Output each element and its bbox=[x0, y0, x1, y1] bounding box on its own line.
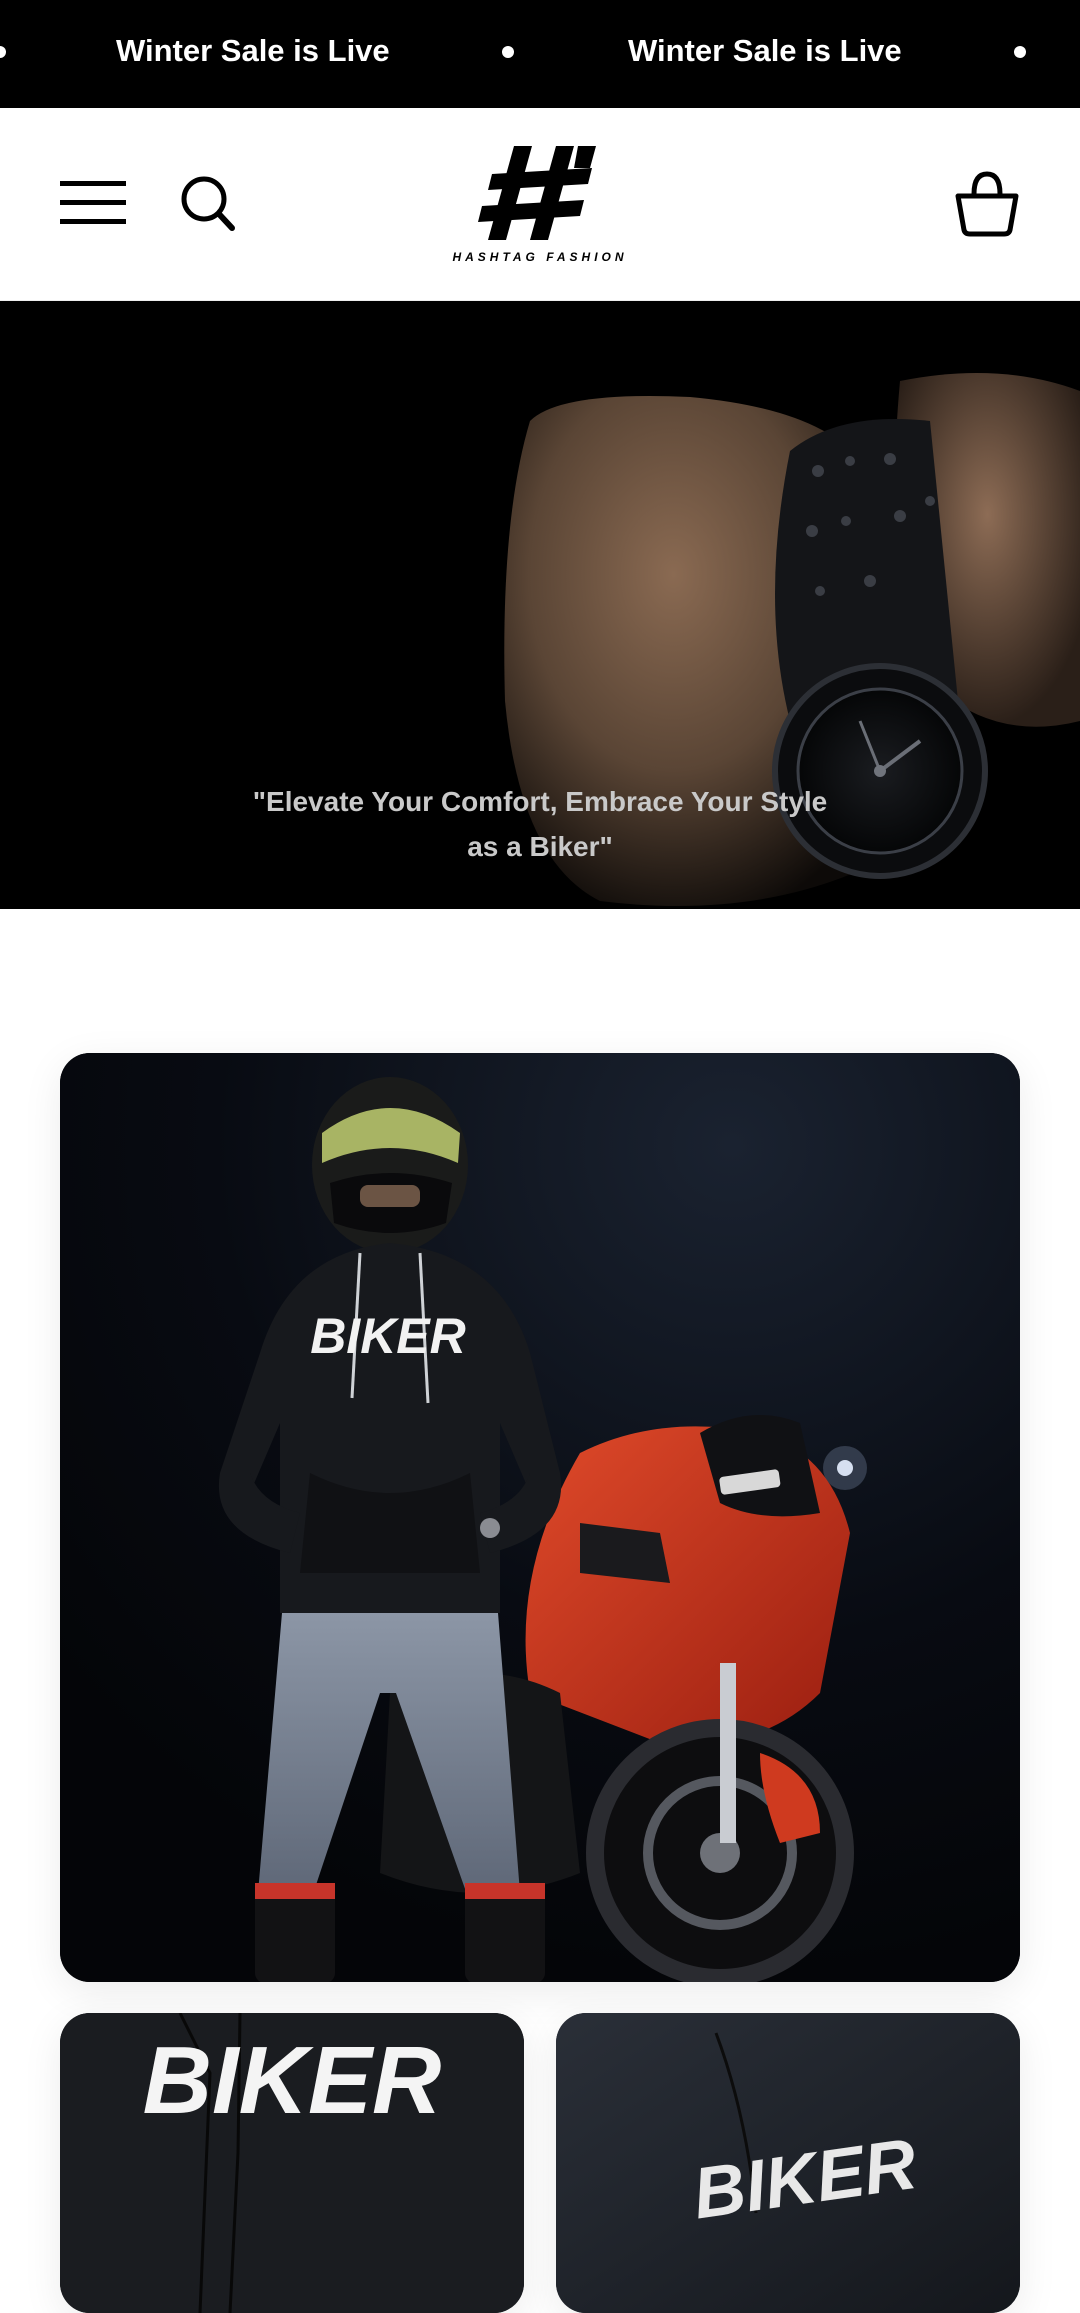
bullet-dot bbox=[1014, 46, 1026, 58]
brand-name: HASHTAG FASHION bbox=[452, 250, 628, 264]
hoodie-print-text: BIKER bbox=[143, 2027, 442, 2134]
hero-banner[interactable]: "Elevate Your Comfort, Embrace Your Styl… bbox=[0, 301, 1080, 909]
site-header: HASHTAG FASHION bbox=[0, 108, 1080, 301]
hamburger-menu-icon bbox=[60, 181, 126, 224]
bullet-dot bbox=[502, 46, 514, 58]
product-card-right[interactable]: BIKER bbox=[556, 2013, 1020, 2313]
hero-quote: "Elevate Your Comfort, Embrace Your Styl… bbox=[252, 786, 828, 862]
cart-button[interactable] bbox=[954, 168, 1020, 238]
hashtag-logo-icon bbox=[478, 146, 596, 240]
menu-button[interactable] bbox=[58, 178, 128, 228]
product-card-featured[interactable]: BIKER bbox=[60, 1053, 1020, 1982]
search-button[interactable] bbox=[180, 174, 238, 234]
announcement-bar: Winter Sale is Live Winter Sale is Live bbox=[0, 0, 1080, 108]
hoodie-angle-photo: BIKER bbox=[556, 2013, 1020, 2313]
announcement-message[interactable]: Winter Sale is Live bbox=[116, 30, 390, 72]
hoodie-closeup-photo: BIKER bbox=[60, 2013, 524, 2313]
announcement-message[interactable]: Winter Sale is Live bbox=[628, 30, 902, 72]
hoodie-print-text: BIKER bbox=[310, 1308, 466, 1364]
brand-logo[interactable]: HASHTAG FASHION bbox=[448, 142, 632, 270]
biker-hoodie-photo: BIKER bbox=[60, 1053, 1020, 1982]
basket-cart-icon bbox=[955, 171, 1019, 237]
product-card-left[interactable]: BIKER bbox=[60, 2013, 524, 2313]
bullet-dot bbox=[0, 46, 6, 58]
search-icon bbox=[181, 176, 235, 231]
